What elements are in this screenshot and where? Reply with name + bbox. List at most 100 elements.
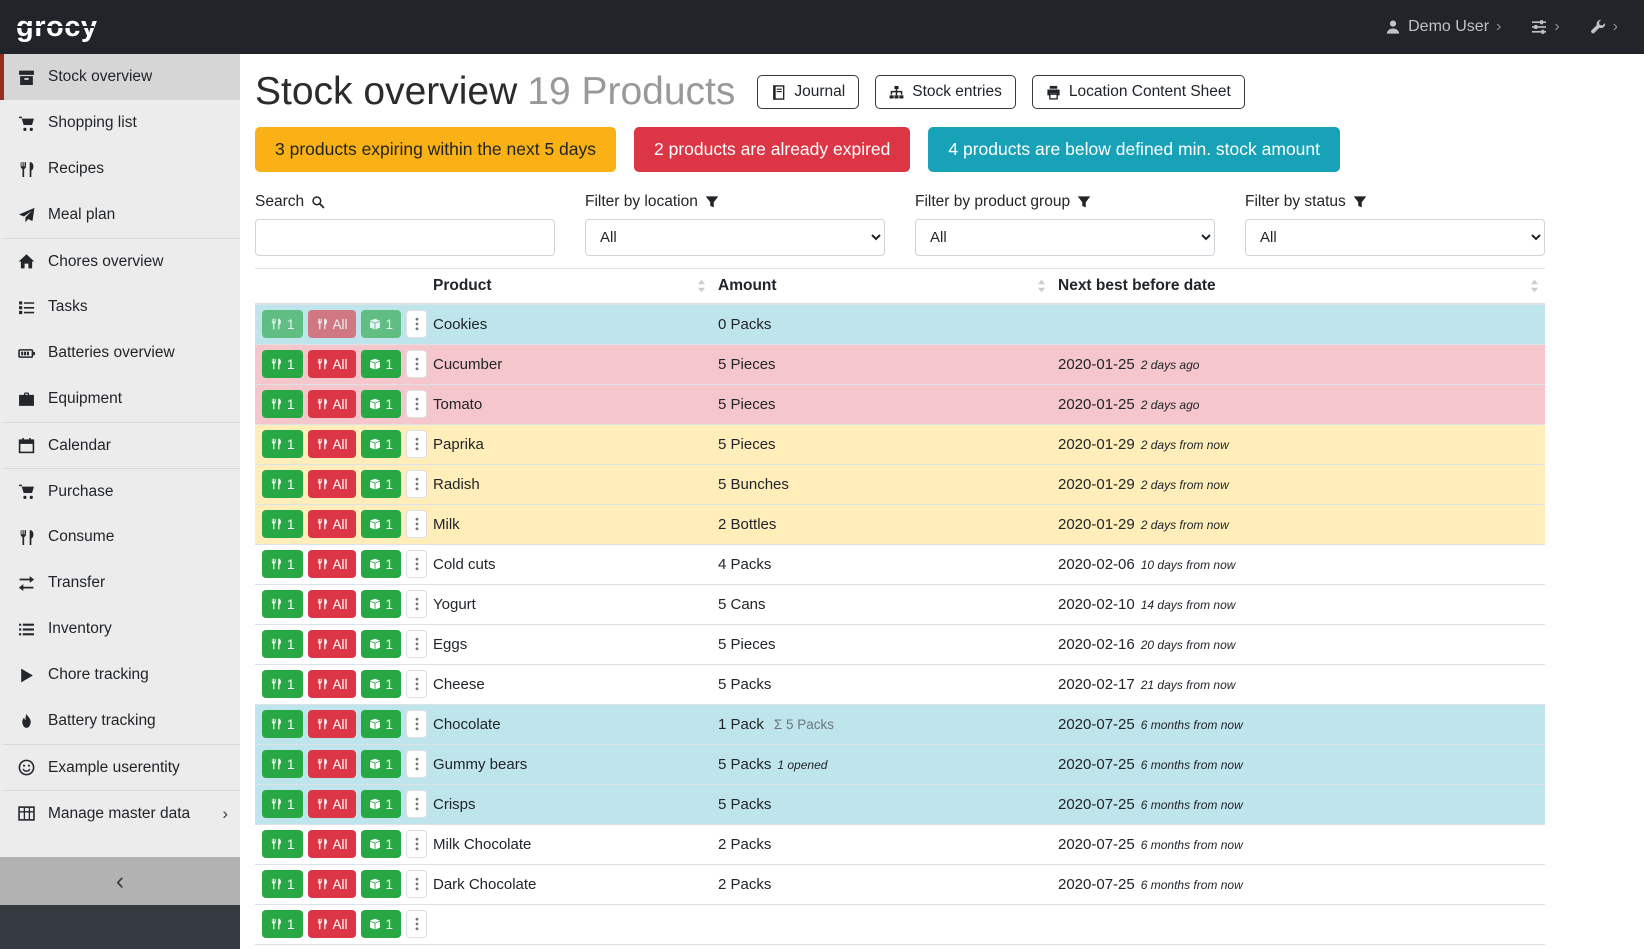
sidebar-item-consume[interactable]: Consume (0, 514, 240, 560)
consume-one-button[interactable]: 1 (262, 710, 303, 738)
consume-one-button[interactable]: 1 (262, 830, 303, 858)
open-one-button[interactable]: 1 (361, 870, 402, 898)
consume-all-button[interactable]: All (308, 390, 356, 418)
sidebar-item-transfer[interactable]: Transfer (0, 560, 240, 606)
consume-all-button[interactable]: All (308, 590, 356, 618)
consume-all-button[interactable]: All (308, 510, 356, 538)
filter-by-location-select[interactable]: All (585, 219, 885, 256)
open-one-button[interactable]: 1 (361, 510, 402, 538)
search-input[interactable] (255, 219, 555, 256)
row-menu-button[interactable] (406, 590, 427, 618)
open-one-button[interactable]: 1 (361, 750, 402, 778)
row-menu-button[interactable] (406, 470, 427, 498)
sidebar-item-calendar[interactable]: Calendar (0, 422, 240, 468)
consume-all-button[interactable]: All (308, 430, 356, 458)
consume-one-button[interactable]: 1 (262, 510, 303, 538)
consume-all-button[interactable]: All (308, 750, 356, 778)
consume-one-button[interactable]: 1 (262, 790, 303, 818)
consume-all-button[interactable]: All (308, 710, 356, 738)
stock-entries-button[interactable]: Stock entries (875, 75, 1016, 109)
consume-all-button[interactable]: All (308, 550, 356, 578)
sidebar-item-tasks[interactable]: Tasks (0, 284, 240, 330)
row-menu-button[interactable] (406, 830, 427, 858)
consume-one-button[interactable]: 1 (262, 470, 303, 498)
row-menu-button[interactable] (406, 310, 427, 338)
open-one-button[interactable]: 1 (361, 470, 402, 498)
consume-all-button[interactable]: All (308, 910, 356, 938)
product-name-cell: Cucumber (427, 344, 712, 384)
consume-one-button[interactable]: 1 (262, 390, 303, 418)
row-menu-button[interactable] (406, 750, 427, 778)
row-menu-button[interactable] (406, 510, 427, 538)
sidebar-item-batteries-overview[interactable]: Batteries overview (0, 330, 240, 376)
consume-all-button[interactable]: All (308, 830, 356, 858)
row-menu-button[interactable] (406, 550, 427, 578)
sidebar-item-equipment[interactable]: Equipment (0, 376, 240, 422)
open-one-button[interactable]: 1 (361, 390, 402, 418)
consume-one-button[interactable]: 1 (262, 430, 303, 458)
open-one-button[interactable]: 1 (361, 830, 402, 858)
consume-one-button[interactable]: 1 (262, 910, 303, 938)
user-menu[interactable]: Demo User › (1385, 18, 1501, 36)
open-one-button[interactable]: 1 (361, 550, 402, 578)
consume-one-button[interactable]: 1 (262, 750, 303, 778)
journal-button[interactable]: Journal (757, 75, 859, 109)
row-menu-button[interactable] (406, 710, 427, 738)
filter-by-product-group-select[interactable]: All (915, 219, 1215, 256)
alert-info-button[interactable]: 4 products are below defined min. stock … (928, 127, 1340, 172)
column-header-product[interactable]: Product (427, 269, 712, 305)
sidebar-item-purchase[interactable]: Purchase (0, 468, 240, 514)
sidebar-item-battery-tracking[interactable]: Battery tracking (0, 698, 240, 744)
column-header-next-best-before-date[interactable]: Next best before date (1052, 269, 1545, 305)
consume-all-button[interactable]: All (308, 670, 356, 698)
row-menu-button[interactable] (406, 390, 427, 418)
consume-one-button[interactable]: 1 (262, 630, 303, 658)
open-one-button[interactable]: 1 (361, 670, 402, 698)
open-one-button[interactable]: 1 (361, 790, 402, 818)
sidebar-item-chore-tracking[interactable]: Chore tracking (0, 652, 240, 698)
open-one-button[interactable]: 1 (361, 350, 402, 378)
row-menu-button[interactable] (406, 790, 427, 818)
consume-one-button[interactable]: 1 (262, 870, 303, 898)
row-menu-button[interactable] (406, 350, 427, 378)
row-menu-button[interactable] (406, 870, 427, 898)
filter-by-status-select[interactable]: All (1245, 219, 1545, 256)
open-one-button[interactable]: 1 (361, 710, 402, 738)
sidebar-item-recipes[interactable]: Recipes (0, 146, 240, 192)
sidebar-item-manage-master-data[interactable]: Manage master data› (0, 790, 240, 836)
open-one-button[interactable]: 1 (361, 590, 402, 618)
open-one-button[interactable]: 1 (361, 430, 402, 458)
consume-one-button[interactable]: 1 (262, 590, 303, 618)
consume-all-button[interactable]: All (308, 470, 356, 498)
row-menu-button[interactable] (406, 670, 427, 698)
grocy-logo[interactable]: grocy (16, 11, 97, 44)
consume-all-button[interactable]: All (308, 310, 356, 338)
row-menu-button[interactable] (406, 910, 427, 938)
location-content-sheet-button[interactable]: Location Content Sheet (1032, 75, 1245, 109)
open-one-button[interactable]: 1 (361, 310, 402, 338)
sidebar-item-example-userentity[interactable]: Example userentity (0, 744, 240, 790)
admin-menu[interactable]: › (1590, 19, 1618, 35)
row-menu-button[interactable] (406, 630, 427, 658)
consume-all-button[interactable]: All (308, 870, 356, 898)
consume-one-button[interactable]: 1 (262, 670, 303, 698)
row-menu-button[interactable] (406, 430, 427, 458)
alert-danger-button[interactable]: 2 products are already expired (634, 127, 910, 172)
sidebar-item-stock-overview[interactable]: Stock overview (0, 54, 240, 100)
column-header-amount[interactable]: Amount (712, 269, 1052, 305)
sidebar-item-meal-plan[interactable]: Meal plan (0, 192, 240, 238)
alert-warning-button[interactable]: 3 products expiring within the next 5 da… (255, 127, 616, 172)
sidebar-collapse-button[interactable]: ‹ (0, 857, 240, 905)
sidebar-item-shopping-list[interactable]: Shopping list (0, 100, 240, 146)
settings-menu[interactable]: › (1531, 19, 1559, 35)
open-one-button[interactable]: 1 (361, 630, 402, 658)
consume-one-button[interactable]: 1 (262, 550, 303, 578)
consume-all-button[interactable]: All (308, 630, 356, 658)
sidebar-item-chores-overview[interactable]: Chores overview (0, 238, 240, 284)
consume-one-button[interactable]: 1 (262, 310, 303, 338)
consume-one-button[interactable]: 1 (262, 350, 303, 378)
consume-all-button[interactable]: All (308, 790, 356, 818)
consume-all-button[interactable]: All (308, 350, 356, 378)
open-one-button[interactable]: 1 (361, 910, 402, 938)
sidebar-item-inventory[interactable]: Inventory (0, 606, 240, 652)
